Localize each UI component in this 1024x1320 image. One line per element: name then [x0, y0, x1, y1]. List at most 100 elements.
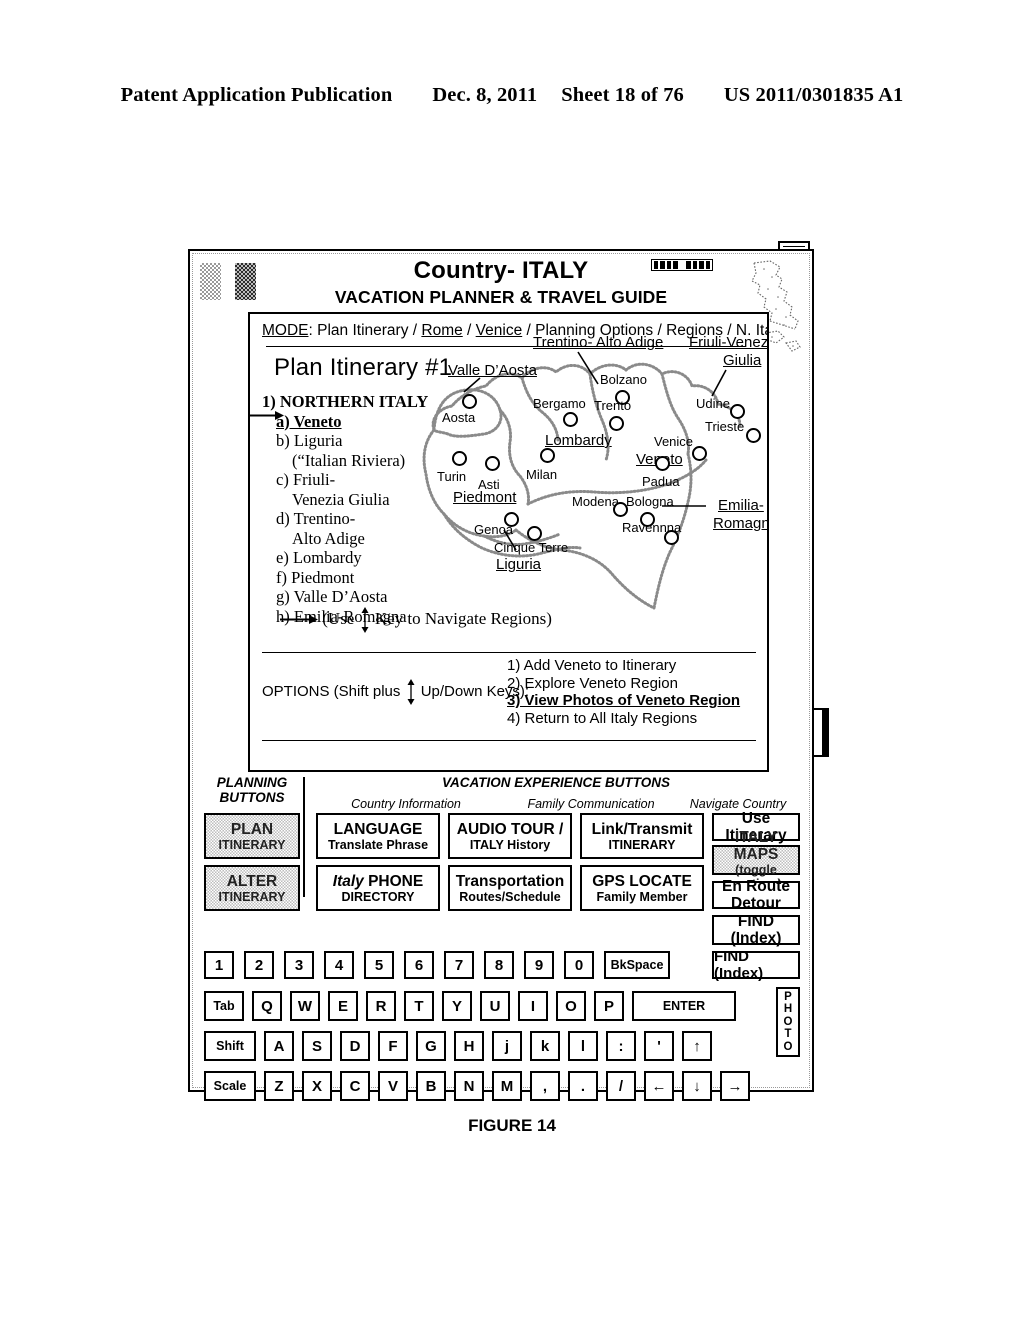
- publication-label: Patent Application Publication: [120, 84, 393, 106]
- experience-button-4-line1: Transportation: [455, 872, 565, 890]
- key-e[interactable]: E: [328, 991, 358, 1021]
- travel-guide-device: Country- ITALY VACATION PLANNER & TRAVEL…: [188, 249, 814, 1101]
- key-w[interactable]: W: [290, 991, 320, 1021]
- experience-button-0[interactable]: LANGUAGE Translate Phrase: [316, 813, 440, 859]
- experience-button-2-line2: ITINERARY: [608, 837, 676, 852]
- planning-button-1-line2: ITINERARY: [218, 889, 286, 904]
- key-b[interactable]: B: [416, 1071, 446, 1101]
- key-3[interactable]: 3: [284, 951, 314, 979]
- find-index-key[interactable]: FIND (Index): [712, 948, 800, 982]
- key-d[interactable]: D: [340, 1031, 370, 1061]
- key-:[interactable]: :: [606, 1031, 636, 1061]
- key-tab[interactable]: Tab: [204, 991, 244, 1021]
- experience-button-5-line1: GPS LOCATE: [592, 872, 692, 890]
- key-'[interactable]: ': [644, 1031, 674, 1061]
- northern-italy-map[interactable]: Valle D’Aosta Trentino- Alto Adige Friuli-…: [400, 334, 767, 639]
- key-r[interactable]: R: [366, 991, 396, 1021]
- up-down-arrow-icon: [361, 607, 369, 633]
- key-n[interactable]: N: [454, 1071, 484, 1101]
- key-u[interactable]: U: [480, 991, 510, 1021]
- planning-button-1[interactable]: ALTER ITINERARY: [204, 865, 300, 911]
- key-9[interactable]: 9: [524, 951, 554, 979]
- experience-button-4[interactable]: Transportation Routes/Schedule: [448, 865, 572, 911]
- selection-arrow-icon: [250, 411, 284, 420]
- key-p[interactable]: P: [594, 991, 624, 1021]
- key-j[interactable]: j: [492, 1031, 522, 1061]
- key-down-arrow[interactable]: ↓: [682, 1071, 712, 1101]
- key-t[interactable]: T: [404, 991, 434, 1021]
- navigate-button-3[interactable]: FIND (Index): [712, 913, 800, 947]
- key-q[interactable]: Q: [252, 991, 282, 1021]
- key-8[interactable]: 8: [484, 951, 514, 979]
- options-list[interactable]: 1) Add Veneto to Itinerary 2) Explore Ven…: [507, 657, 740, 727]
- option-item-3[interactable]: 4) Return to All Italy Regions: [507, 710, 740, 728]
- key-h[interactable]: H: [454, 1031, 484, 1061]
- key-1[interactable]: 1: [204, 951, 234, 979]
- sheet-number: Sheet 18 of 76: [561, 84, 684, 106]
- key-7[interactable]: 7: [444, 951, 474, 979]
- key-5[interactable]: 5: [364, 951, 394, 979]
- key-enter[interactable]: ENTER: [632, 991, 736, 1021]
- key-c[interactable]: C: [340, 1071, 370, 1101]
- planning-button-0-line1: PLAN: [230, 820, 274, 838]
- option-item-2[interactable]: 3) View Photos of Veneto Region: [507, 692, 740, 710]
- patent-number: US 2011/0301835 A1: [723, 84, 904, 106]
- key-k[interactable]: k: [530, 1031, 560, 1061]
- key-o[interactable]: O: [556, 991, 586, 1021]
- key-bkspace[interactable]: BkSpace: [604, 951, 670, 979]
- key-2[interactable]: 2: [244, 951, 274, 979]
- experience-button-1[interactable]: AUDIO TOUR / ITALY History: [448, 813, 572, 859]
- experience-button-2[interactable]: Link/Transmit ITINERARY: [580, 813, 704, 859]
- key-y[interactable]: Y: [442, 991, 472, 1021]
- key-.[interactable]: .: [568, 1071, 598, 1101]
- planning-button-0-line2: ITINERARY: [218, 837, 286, 852]
- key-i[interactable]: I: [518, 991, 548, 1021]
- key-m[interactable]: M: [492, 1071, 522, 1101]
- key-6[interactable]: 6: [404, 951, 434, 979]
- option-item-0[interactable]: 1) Add Veneto to Itinerary: [507, 657, 740, 675]
- options-label: OPTIONS (Shift plus Up/Down Keys):: [262, 679, 529, 705]
- device-side-button[interactable]: [812, 708, 829, 757]
- key-up-arrow[interactable]: ↑: [682, 1031, 712, 1061]
- key-scale[interactable]: Scale: [204, 1071, 256, 1101]
- navigate-hint-post: Key to Navigate Regions): [374, 609, 552, 628]
- key-right-arrow[interactable]: →: [720, 1071, 750, 1101]
- key-4[interactable]: 4: [324, 951, 354, 979]
- key-,[interactable]: ,: [530, 1071, 560, 1101]
- experience-button-0-line2: Translate Phrase: [327, 837, 429, 852]
- experience-button-3[interactable]: Italy PHONE DIRECTORY: [316, 865, 440, 911]
- key-/[interactable]: /: [606, 1071, 636, 1101]
- option-item-1[interactable]: 2) Explore Veneto Region: [507, 675, 740, 693]
- device-subtitle: VACATION PLANNER & TRAVEL GUIDE: [334, 287, 668, 307]
- key-a[interactable]: A: [264, 1031, 294, 1061]
- experience-buttons-group-title: VACATION EXPERIENCE BUTTONS: [441, 775, 671, 790]
- navigate-button-1-line1: ITALY MAPS: [733, 829, 779, 863]
- device-title-block: Country- ITALY VACATION PLANNER & TRAVEL…: [190, 257, 812, 308]
- experience-button-5-line2: Family Member: [596, 889, 688, 904]
- key-left-arrow[interactable]: ←: [644, 1071, 674, 1101]
- navigate-country-subtitle: Navigate Country: [689, 797, 787, 811]
- mode-part-0[interactable]: Plan Itinerary: [317, 322, 408, 339]
- navigate-hint-pre: (Use: [322, 609, 355, 628]
- key-g[interactable]: G: [416, 1031, 446, 1061]
- experience-button-3-line1: Italy PHONE: [332, 872, 424, 890]
- planning-button-0[interactable]: PLAN ITINERARY: [204, 813, 300, 859]
- key-s[interactable]: S: [302, 1031, 332, 1061]
- planning-buttons-group-title: PLANNING BUTTONS: [216, 775, 288, 805]
- key-z[interactable]: Z: [264, 1071, 294, 1101]
- navigate-button-2[interactable]: En Route Detour: [712, 878, 800, 912]
- family-communication-subtitle: Family Communication: [527, 797, 655, 811]
- key-f[interactable]: F: [378, 1031, 408, 1061]
- key-0[interactable]: 0: [564, 951, 594, 979]
- key-x[interactable]: X: [302, 1071, 332, 1101]
- options-block: OPTIONS (Shift plus Up/Down Keys): 1) Ad…: [262, 657, 756, 727]
- navigate-button-1[interactable]: ITALY MAPS(toggle anytime): [712, 829, 800, 891]
- button-panel: PLANNING BUTTONS VACATION EXPERIENCE BUT…: [198, 775, 802, 1101]
- key-v[interactable]: V: [378, 1071, 408, 1101]
- figure-caption: FIGURE 14: [468, 1116, 556, 1135]
- key-l[interactable]: l: [568, 1031, 598, 1061]
- map-leader-lines: [463, 351, 727, 551]
- key-shift[interactable]: Shift: [204, 1031, 256, 1061]
- experience-button-5[interactable]: GPS LOCATE Family Member: [580, 865, 704, 911]
- photo-key[interactable]: PHOTO: [776, 987, 800, 1057]
